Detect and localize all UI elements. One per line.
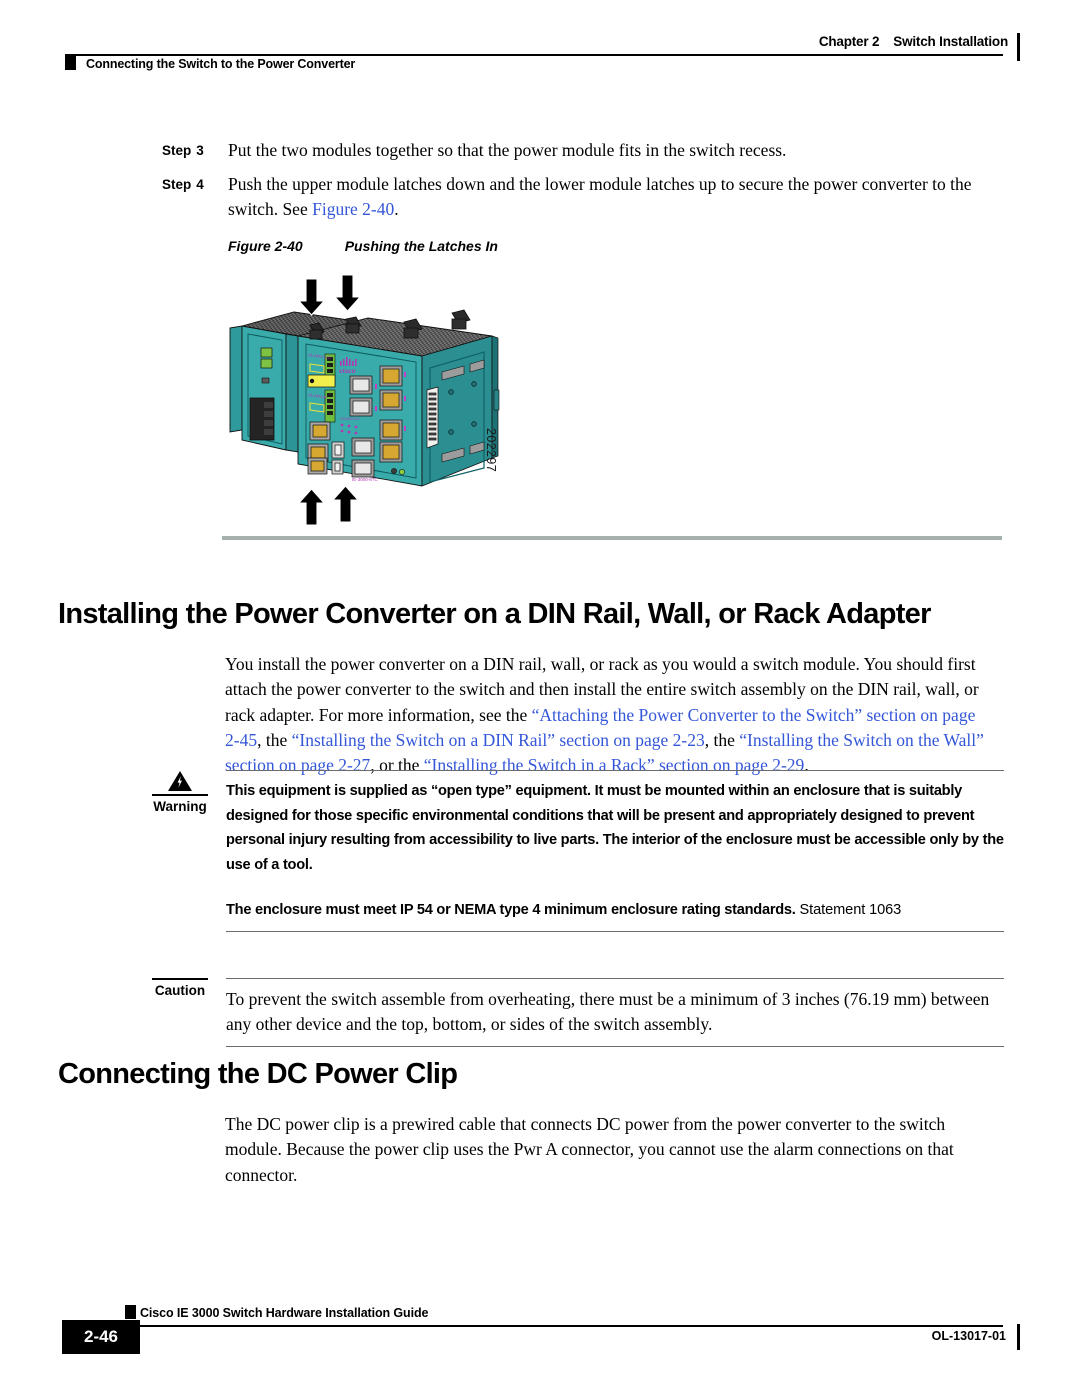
up-arrows bbox=[297, 485, 360, 526]
switch-power-converter-drawing: cisco ALARM OUT ALARM IN CONSOLE IE-3000… bbox=[229, 274, 500, 526]
din-para-text-2: , the bbox=[257, 729, 292, 750]
section-heading-dc-power-clip: Connecting the DC Power Clip bbox=[58, 1058, 458, 1090]
footer-bullet-square bbox=[125, 1305, 136, 1319]
caution-admonition: Caution To prevent the switch assemble f… bbox=[144, 962, 1004, 1047]
warning-text: This equipment is supplied as “open type… bbox=[226, 783, 1004, 873]
warning-marker-rule bbox=[152, 794, 208, 796]
svg-text:IE-3000-8TC: IE-3000-8TC bbox=[352, 477, 379, 482]
figure-illustration: cisco ALARM OUT ALARM IN CONSOLE IE-3000… bbox=[222, 272, 542, 534]
step-3: Step 3 Put the two modules together so th… bbox=[162, 138, 1002, 163]
step-4: Step 4 Push the upper module latches down… bbox=[162, 172, 1002, 222]
header-running-title: Connecting the Switch to the Power Conve… bbox=[86, 57, 356, 71]
step-3-number: 3 bbox=[196, 143, 204, 158]
figure-caption-label: Figure 2-40 bbox=[228, 238, 303, 254]
caution-body: To prevent the switch assemble from over… bbox=[226, 978, 1004, 1047]
warning-marker: Warning bbox=[144, 770, 216, 815]
warning-triangle-icon bbox=[168, 771, 192, 791]
footer-guide-title: Cisco IE 3000 Switch Hardware Installati… bbox=[140, 1306, 429, 1320]
warning-statement-admonition: The enclosure must meet IP 54 or NEMA ty… bbox=[144, 898, 1004, 932]
down-arrows bbox=[297, 274, 362, 316]
figure-2-40-xref-link[interactable]: Figure 2-40 bbox=[312, 199, 394, 219]
figure-art-number: 202297 bbox=[484, 428, 498, 473]
header-right-tick bbox=[1017, 33, 1020, 61]
page-header: Chapter 2 Switch Installation Connecting … bbox=[0, 0, 1080, 90]
svg-text:cisco: cisco bbox=[339, 368, 356, 375]
header-rule bbox=[65, 54, 1003, 56]
section-paragraph-dc-power-clip: The DC power clip is a prewired cable th… bbox=[225, 1114, 954, 1185]
warning-admonition: Warning This equipment is supplied as “o… bbox=[144, 770, 1004, 877]
header-bullet-square bbox=[65, 56, 76, 70]
footer-doc-id: OL-13017-01 bbox=[931, 1329, 1006, 1343]
statement-number: Statement 1063 bbox=[795, 902, 902, 918]
footer-right-tick bbox=[1017, 1324, 1020, 1350]
statement-body: The enclosure must meet IP 54 or NEMA ty… bbox=[226, 898, 1004, 932]
caution-marker-rule bbox=[152, 978, 208, 980]
warning-body: This equipment is supplied as “open type… bbox=[226, 770, 1004, 877]
header-chapter: Chapter 2 Switch Installation bbox=[819, 34, 1008, 49]
step-3-word: Step bbox=[162, 143, 192, 158]
step-4-word: Step bbox=[162, 177, 192, 192]
caution-label: Caution bbox=[154, 983, 206, 998]
figure-caption: Figure 2-40 Pushing the Latches In bbox=[228, 238, 498, 254]
footer-page-number: 2-46 bbox=[62, 1320, 140, 1354]
xref-installing-din-rail[interactable]: “Installing the Switch on a DIN Rail” se… bbox=[292, 730, 705, 750]
step-4-text: Push the upper module latches down and t… bbox=[228, 172, 1002, 222]
header-chapter-title: Switch Installation bbox=[893, 34, 1008, 49]
step-4-label: Step 4 bbox=[162, 172, 228, 197]
statement-text: The enclosure must meet IP 54 or NEMA ty… bbox=[226, 898, 1004, 923]
step-4-number: 4 bbox=[196, 177, 204, 192]
caution-text: To prevent the switch assemble from over… bbox=[226, 989, 990, 1035]
warning-label: Warning bbox=[153, 799, 207, 814]
svg-text:CONSOLE: CONSOLE bbox=[340, 416, 360, 421]
din-para-text-3: , the bbox=[704, 729, 740, 750]
section-heading-din-rail: Installing the Power Converter on a DIN … bbox=[58, 598, 931, 630]
step-3-text: Put the two modules together so that the… bbox=[228, 140, 787, 160]
statement-bold: The enclosure must meet IP 54 or NEMA ty… bbox=[226, 902, 796, 918]
footer-rule bbox=[100, 1325, 1003, 1327]
section-paragraph-din-rail: You install the power converter on a DIN… bbox=[225, 652, 993, 778]
figure-bottom-rule bbox=[222, 536, 1002, 540]
figure-caption-title: Pushing the Latches In bbox=[344, 238, 498, 254]
step-3-label: Step 3 bbox=[162, 138, 228, 163]
header-chapter-label: Chapter 2 bbox=[818, 34, 880, 49]
step-4-text-after: . bbox=[394, 199, 399, 219]
caution-marker: Caution bbox=[144, 962, 216, 999]
